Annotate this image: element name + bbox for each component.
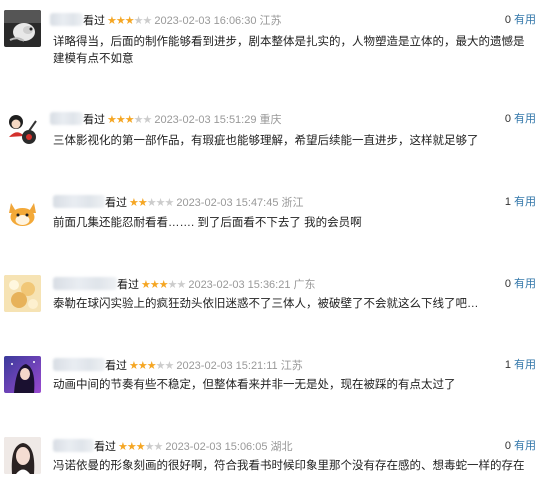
vote-count: 0 (504, 440, 511, 452)
comment-header: 看过 ★★★★★ 2023-02-03 15:51:29 重庆 (50, 112, 282, 127)
comment-location: 江苏 (280, 360, 303, 372)
watched-label: 看过 (94, 441, 116, 453)
avatar[interactable] (4, 275, 41, 312)
watched-label: 看过 (83, 15, 105, 27)
comment-time: 2023-02-03 15:51:29 (154, 114, 257, 126)
useful-button[interactable]: 有用 (514, 196, 536, 208)
rating-stars: ★★★★★ (107, 114, 152, 126)
watched-label: 看过 (105, 360, 127, 372)
comment-text: 三体影视化的第一部作品，有瑕疵也能够理解，希望后续能一直进步，这样就足够了 (53, 135, 479, 147)
watched-label: 看过 (105, 197, 127, 209)
comment-time: 2023-02-03 15:47:45 (176, 197, 279, 209)
vote-count: 1 (504, 359, 511, 371)
comment-header: 看过 ★★★★★ 2023-02-03 16:06:30 江苏 (50, 13, 282, 28)
comment-header: 看过 ★★★★★ 2023-02-03 15:47:45 浙江 (53, 195, 304, 210)
vote-count: 0 (504, 278, 511, 290)
useful-button[interactable]: 有用 (514, 359, 536, 371)
vote-area: 0 有用 (505, 112, 536, 126)
vote-count: 0 (504, 113, 511, 125)
comment-location: 重庆 (259, 114, 282, 126)
comment-text: 动画中间的节奏有些不稳定，但整体看来并非一无是处，现在被踩的有点太过了 (53, 379, 456, 391)
avatar[interactable] (4, 356, 41, 393)
vote-area: 0 有用 (505, 439, 536, 453)
rating-stars: ★★★★★ (107, 15, 152, 27)
rating-stars: ★★★★★ (118, 441, 163, 453)
useful-button[interactable]: 有用 (514, 278, 536, 290)
username-blurred[interactable] (53, 277, 117, 290)
comment-location: 广东 (293, 279, 316, 291)
comment-text: 详略得当，后面的制作能够看到进步，剧本整体是扎实的，人物塑造是立体的，最大的遗憾… (53, 36, 525, 65)
comment-location: 浙江 (281, 197, 304, 209)
rating-stars: ★★★★★ (141, 279, 186, 291)
comment-time: 2023-02-03 15:06:05 (165, 441, 268, 453)
comment-location: 江苏 (259, 15, 282, 27)
avatar[interactable] (4, 109, 41, 146)
comment-location: 湖北 (270, 441, 293, 453)
avatar[interactable] (4, 10, 41, 47)
username-blurred[interactable] (53, 358, 105, 371)
useful-button[interactable]: 有用 (514, 113, 536, 125)
rating-stars: ★★★★★ (129, 197, 174, 209)
comment-time: 2023-02-03 16:06:30 (154, 15, 257, 27)
vote-area: 0 有用 (505, 13, 536, 27)
watched-label: 看过 (83, 114, 105, 126)
vote-area: 1 有用 (505, 195, 536, 209)
comment-text: 泰勒在球闪实验上的疯狂劲头依旧迷惑不了三体人，被破壁了不会就这么下线了吧… (53, 298, 479, 310)
username-blurred[interactable] (53, 439, 94, 452)
comment-text: 冯诺依曼的形象刻画的很好啊，符合我看书时候印象里那个没有存在感的、想毒蛇一样的存… (53, 460, 525, 472)
comment-header: 看过 ★★★★★ 2023-02-03 15:06:05 湖北 (53, 439, 293, 454)
username-blurred[interactable] (53, 195, 105, 208)
avatar[interactable] (4, 437, 41, 474)
comment-header: 看过 ★★★★★ 2023-02-03 15:21:11 江苏 (53, 358, 303, 373)
comment-header: 看过 ★★★★★ 2023-02-03 15:36:21 广东 (53, 277, 316, 292)
avatar[interactable] (4, 193, 41, 230)
comment-time: 2023-02-03 15:21:11 (176, 360, 278, 372)
comment-text: 前面几集还能忍耐看看……. 到了后面看不下去了 我的会员啊 (53, 217, 362, 229)
rating-stars: ★★★★★ (129, 360, 174, 372)
username-blurred[interactable] (50, 112, 83, 125)
vote-count: 0 (504, 14, 511, 26)
useful-button[interactable]: 有用 (514, 14, 536, 26)
username-blurred[interactable] (50, 13, 83, 26)
watched-label: 看过 (117, 279, 139, 291)
comment-time: 2023-02-03 15:36:21 (188, 279, 291, 291)
useful-button[interactable]: 有用 (514, 440, 536, 452)
vote-area: 1 有用 (505, 358, 536, 372)
vote-count: 1 (504, 196, 511, 208)
vote-area: 0 有用 (505, 277, 536, 291)
